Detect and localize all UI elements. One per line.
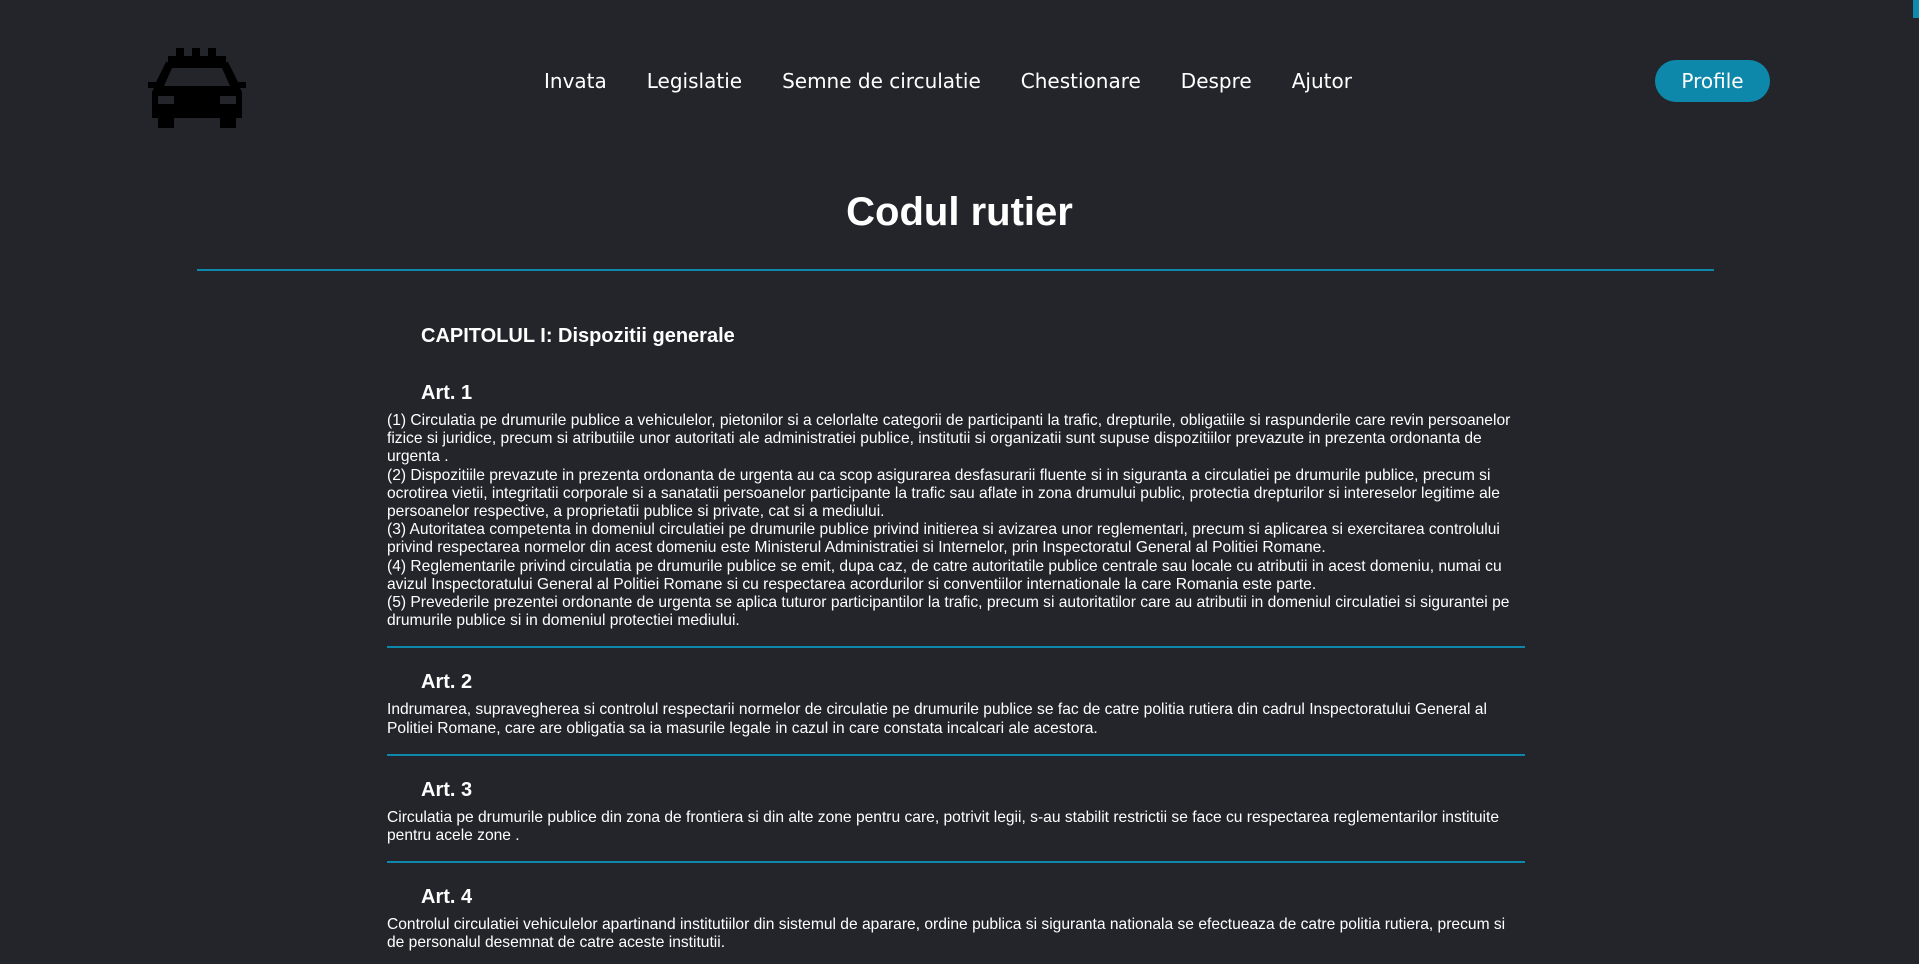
article-body: Circulatia pe drumurile publice din zona… xyxy=(387,809,1525,845)
title-divider xyxy=(197,269,1714,271)
nav-item-semne-de-circulatie[interactable]: Semne de circulatie xyxy=(782,66,981,96)
nav-item-chestionare[interactable]: Chestionare xyxy=(1021,66,1141,96)
article-paragraph: Controlul circulatiei vehiculelor aparti… xyxy=(387,916,1506,952)
article-4: Art. 4 Controlul circulatiei vehiculelor… xyxy=(387,885,1525,952)
article-2: Art. 2 Indrumarea, supravegherea si cont… xyxy=(387,670,1525,756)
profile-button[interactable]: Profile xyxy=(1655,60,1770,102)
article-1: Art. 1 (1) Circulatia pe drumurile publi… xyxy=(387,381,1525,649)
article-paragraph: (4) Reglementarile privind circulatia pe… xyxy=(387,557,1502,593)
site-header: Invata Legislatie Semne de circulatie Ch… xyxy=(0,0,1919,160)
nav-item-despre[interactable]: Despre xyxy=(1181,66,1252,96)
legislation-content: CAPITOLUL I: Dispozitii generale Art. 1 … xyxy=(387,300,1525,953)
taxi-car-icon[interactable] xyxy=(146,46,248,128)
article-paragraph: Circulatia pe drumurile publice din zona… xyxy=(387,808,1500,845)
article-divider xyxy=(387,861,1525,864)
article-divider xyxy=(387,753,1525,756)
main-nav: Invata Legislatie Semne de circulatie Ch… xyxy=(544,66,1392,96)
page: Invata Legislatie Semne de circulatie Ch… xyxy=(0,0,1919,964)
article-3: Art. 3 Circulatia pe drumurile publice d… xyxy=(387,778,1525,864)
nav-item-legislatie[interactable]: Legislatie xyxy=(647,66,742,96)
nav-item-invata[interactable]: Invata xyxy=(544,66,607,96)
article-paragraph: (3) Autoritatea competenta in domeniul c… xyxy=(387,521,1500,557)
article-divider xyxy=(387,646,1525,649)
article-paragraph: (5) Prevederile prezentei ordonante de u… xyxy=(387,594,1510,630)
article-title: Art. 4 xyxy=(421,886,473,909)
article-title: Art. 2 xyxy=(421,671,473,694)
chapter-heading: CAPITOLUL I: Dispozitii generale xyxy=(421,325,735,347)
article-paragraph: Indrumarea, supravegherea si controlul r… xyxy=(387,701,1487,737)
article-title: Art. 3 xyxy=(421,778,473,801)
article-paragraph: (1) Circulatia pe drumurile publice a ve… xyxy=(387,412,1511,466)
article-paragraph: (2) Dispozitiile prevazute in prezenta o… xyxy=(387,466,1500,521)
nav-item-ajutor[interactable]: Ajutor xyxy=(1292,66,1352,96)
article-body: (1) Circulatia pe drumurile publice a ve… xyxy=(387,412,1525,630)
page-title: Codul rutier xyxy=(846,190,1073,234)
article-body: Controlul circulatiei vehiculelor aparti… xyxy=(387,916,1525,952)
article-title: Art. 1 xyxy=(421,382,473,404)
article-body: Indrumarea, supravegherea si controlul r… xyxy=(387,701,1525,737)
